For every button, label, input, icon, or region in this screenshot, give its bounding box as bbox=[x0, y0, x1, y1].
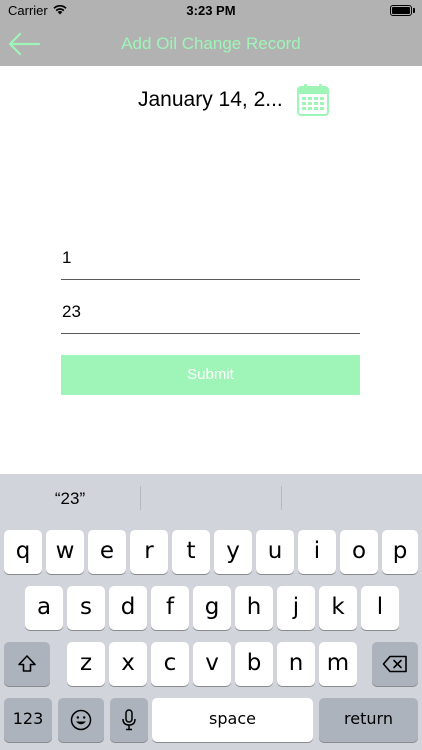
prediction-suggestion[interactable]: “23” bbox=[0, 474, 140, 522]
date-label[interactable]: January 14, 2... bbox=[138, 88, 283, 112]
calendar-icon bbox=[297, 84, 329, 116]
status-bar: Carrier 3:23 PM bbox=[0, 0, 422, 22]
page-title: Add Oil Change Record bbox=[121, 34, 301, 53]
second-field-value: 23 bbox=[62, 302, 81, 321]
key-q[interactable]: q bbox=[4, 530, 42, 574]
dictation-key[interactable] bbox=[110, 698, 148, 742]
key-d[interactable]: d bbox=[109, 586, 147, 630]
first-field-value: 1 bbox=[62, 248, 72, 267]
numbers-key[interactable]: 123 bbox=[4, 698, 52, 742]
key-c[interactable]: c bbox=[151, 642, 189, 686]
key-i[interactable]: i bbox=[298, 530, 336, 574]
key-m[interactable]: m bbox=[319, 642, 357, 686]
key-a[interactable]: a bbox=[25, 586, 63, 630]
screen: Carrier 3:23 PM Add Oil Change Record Ja… bbox=[0, 0, 422, 750]
battery-icon bbox=[390, 5, 412, 16]
key-l[interactable]: l bbox=[361, 586, 399, 630]
key-b[interactable]: b bbox=[235, 642, 273, 686]
key-k[interactable]: k bbox=[319, 586, 357, 630]
key-t[interactable]: t bbox=[172, 530, 210, 574]
microphone-icon bbox=[122, 709, 136, 731]
key-h[interactable]: h bbox=[235, 586, 273, 630]
key-o[interactable]: o bbox=[340, 530, 378, 574]
key-g[interactable]: g bbox=[193, 586, 231, 630]
key-e[interactable]: e bbox=[88, 530, 126, 574]
shift-key[interactable] bbox=[4, 642, 50, 686]
key-n[interactable]: n bbox=[277, 642, 315, 686]
key-s[interactable]: s bbox=[67, 586, 105, 630]
key-x[interactable]: x bbox=[109, 642, 147, 686]
key-p[interactable]: p bbox=[382, 530, 418, 574]
battery-tip bbox=[413, 8, 415, 13]
clock: 3:23 PM bbox=[186, 3, 236, 18]
top-bar: Carrier 3:23 PM Add Oil Change Record bbox=[0, 0, 422, 66]
first-text-field[interactable]: 1 bbox=[61, 240, 360, 280]
return-key[interactable]: return bbox=[319, 698, 418, 742]
key-z[interactable]: z bbox=[67, 642, 105, 686]
calendar-button[interactable] bbox=[296, 83, 330, 117]
navigation-bar: Add Oil Change Record bbox=[0, 22, 422, 66]
key-u[interactable]: u bbox=[256, 530, 294, 574]
backspace-icon bbox=[382, 655, 407, 673]
shift-icon bbox=[18, 655, 36, 672]
prediction-bar: “23” bbox=[0, 474, 422, 522]
delete-key[interactable] bbox=[372, 642, 418, 686]
key-y[interactable]: y bbox=[214, 530, 252, 574]
key-r[interactable]: r bbox=[130, 530, 168, 574]
emoji-key[interactable] bbox=[58, 698, 104, 742]
key-w[interactable]: w bbox=[46, 530, 84, 574]
prediction-empty[interactable] bbox=[141, 474, 281, 522]
key-f[interactable]: f bbox=[151, 586, 189, 630]
key-j[interactable]: j bbox=[277, 586, 315, 630]
space-key[interactable]: space bbox=[152, 698, 313, 742]
key-v[interactable]: v bbox=[193, 642, 231, 686]
keyboard: “23” q w e r t y u i o p a s d f g h j k… bbox=[0, 474, 422, 750]
prediction-empty[interactable] bbox=[282, 474, 422, 522]
second-text-field[interactable]: 23 bbox=[61, 294, 360, 334]
emoji-icon bbox=[70, 709, 92, 731]
submit-button[interactable]: Submit bbox=[61, 355, 360, 395]
